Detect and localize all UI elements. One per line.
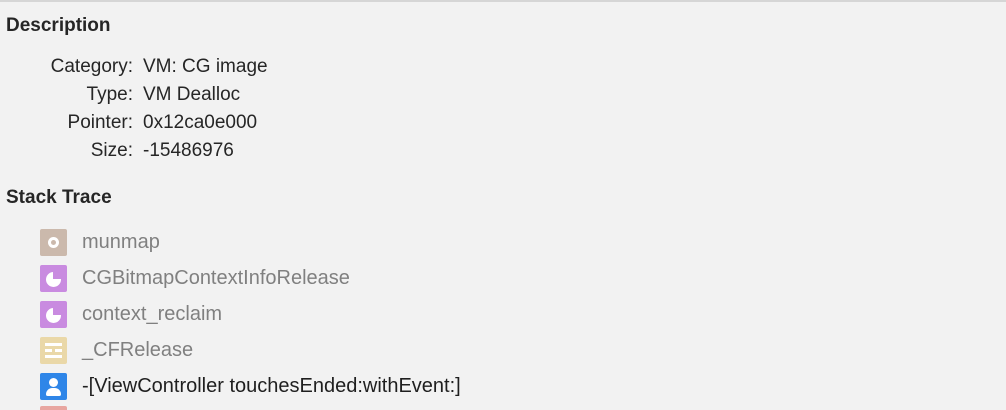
description-row-category: Category: VM: CG image [0,56,400,80]
stack-trace-title: Stack Trace [6,187,112,208]
detail-panel: Description Category: VM: CG image Type:… [0,0,1006,410]
type-value: VM Dealloc [143,84,241,105]
stack-frame-partial[interactable] [40,406,67,410]
description-row-size: Size: -15486976 [0,140,400,164]
stack-frame[interactable]: -[ViewController touchesEnded:withEvent:… [40,372,461,400]
pointer-value: 0x12ca0e000 [143,112,258,133]
pie-chart-icon [40,264,67,292]
pointer-label: Pointer: [67,112,133,133]
size-label: Size: [90,140,133,161]
user-icon [40,372,67,400]
category-value: VM: CG image [143,56,268,77]
stack-frame-label: -[ViewController touchesEnded:withEvent:… [82,374,461,397]
stack-frame[interactable]: munmap [40,228,160,256]
stack-frame-label: munmap [82,230,160,253]
type-label: Type: [86,84,133,105]
frame-icon [40,406,67,410]
stack-frame-label: _CFRelease [82,338,194,361]
description-title: Description [6,15,111,36]
stack-frame[interactable]: context_reclaim [40,300,222,328]
description-row-type: Type: VM Dealloc [0,84,400,108]
stack-frame[interactable]: CGBitmapContextInfoRelease [40,264,350,292]
description-row-pointer: Pointer: 0x12ca0e000 [0,112,400,136]
stack-frame-label: context_reclaim [82,302,223,325]
size-value: -15486976 [143,140,234,161]
gear-icon [40,228,67,256]
corefoundation-icon [40,336,67,364]
stack-frame-label: CGBitmapContextInfoRelease [82,266,350,289]
pie-chart-icon [40,300,67,328]
category-label: Category: [50,56,133,77]
stack-frame[interactable]: _CFRelease [40,336,193,364]
